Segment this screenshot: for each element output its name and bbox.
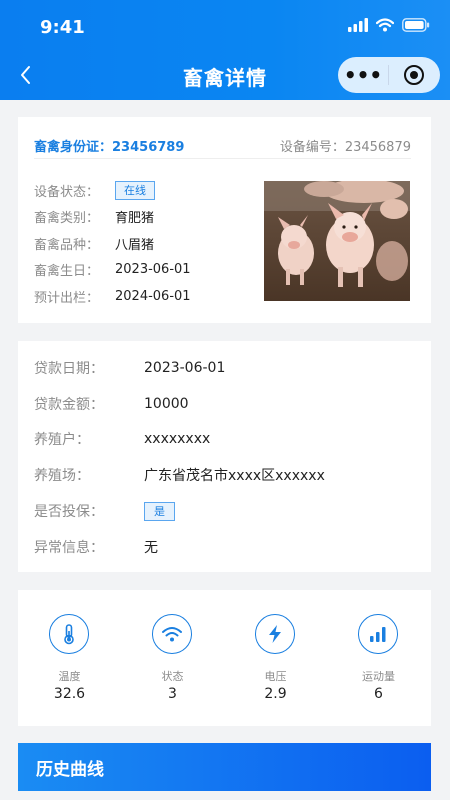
info-list: 设备状态： 在线 畜禽类别： 育肥猪 畜禽品种： 八眉猪 畜禽生日： 2023-… (34, 177, 191, 310)
status-time: 9:41 (40, 17, 85, 38)
info-row-slaughter-date: 预计出栏： 2024-06-01 (34, 283, 191, 310)
loan-list: 贷款日期： 2023-06-01 贷款金额： 10000 养殖户： xxxxxx… (34, 350, 325, 565)
info-value: 育肥猪 (115, 211, 155, 227)
loan-row-insured: 是否投保： 是 (34, 493, 325, 529)
loan-key: 养殖户： (34, 432, 90, 449)
mini-program-capsule: ••• (338, 57, 440, 93)
info-key: 畜禽类别： (34, 211, 100, 227)
more-menu-button[interactable]: ••• (338, 65, 388, 85)
metric-label: 运动量 (362, 670, 395, 683)
loan-value: 无 (144, 539, 158, 556)
info-row-breed: 畜禽品种： 八眉猪 (34, 230, 191, 257)
loan-row-farm: 养殖场： 广东省茂名市xxxx区xxxxxx (34, 457, 325, 493)
metric-value: 32.6 (53, 686, 86, 702)
loan-row-date: 贷款日期： 2023-06-01 (34, 350, 325, 386)
info-row-device-status: 设备状态： 在线 (34, 177, 191, 204)
status-badge: 在线 (115, 180, 155, 200)
wifi-signal-icon (152, 614, 192, 654)
info-key: 畜禽生日： (34, 264, 100, 280)
loan-row-abnormal: 异常信息： 无 (34, 529, 325, 565)
metric-activity[interactable]: 运动量 6 (327, 590, 430, 726)
livestock-id-value: 23456789 (112, 139, 185, 155)
wifi-icon (376, 18, 394, 32)
info-key: 设备状态： (34, 184, 100, 200)
livestock-id: 畜禽身份证：23456789 (34, 136, 184, 155)
loan-value: 10000 (144, 395, 189, 412)
device-number-label: 设备编号： (279, 139, 345, 155)
info-row-category: 畜禽类别： 育肥猪 (34, 204, 191, 231)
livestock-photo (264, 181, 410, 301)
device-number: 设备编号：23456879 (280, 136, 411, 155)
target-circle-icon (404, 65, 424, 85)
top-header: 9:41 畜禽详情 ••• (0, 0, 450, 100)
thermometer-icon (49, 614, 89, 654)
metric-voltage[interactable]: 电压 2.9 (224, 590, 327, 726)
metric-status[interactable]: 状态 3 (121, 590, 224, 726)
sensor-metrics-card: 温度 32.6 状态 3 电压 2.9 运动量 6 (18, 590, 431, 726)
info-key: 畜禽品种： (34, 237, 100, 253)
loan-row-amount: 贷款金额： 10000 (34, 386, 325, 422)
loan-key: 贷款日期： (34, 360, 104, 377)
livestock-info-card: 畜禽身份证：23456789 设备编号：23456879 设备状态： 在线 畜禽… (18, 117, 431, 323)
info-value: 2023-06-01 (115, 262, 191, 278)
lightning-icon (255, 614, 295, 654)
loan-key: 养殖场： (34, 468, 90, 485)
history-curve-header[interactable]: 历史曲线 (18, 743, 431, 791)
signal-icon (348, 18, 368, 32)
metric-label: 状态 (161, 670, 184, 683)
loan-row-farmer: 养殖户： xxxxxxxx (34, 422, 325, 458)
metric-label: 电压 (264, 670, 287, 683)
device-number-value: 23456879 (344, 139, 411, 155)
metric-label: 温度 (58, 670, 81, 683)
info-key: 预计出栏： (34, 290, 100, 306)
loan-info-card: 贷款日期： 2023-06-01 贷款金额： 10000 养殖户： xxxxxx… (18, 341, 431, 572)
loan-key: 异常信息： (34, 539, 104, 556)
identity-row: 畜禽身份证：23456789 设备编号：23456879 (34, 131, 411, 159)
bar-chart-icon (358, 614, 398, 654)
loan-key: 贷款金额： (34, 396, 104, 413)
info-value: 八眉猪 (115, 237, 155, 253)
loan-value: xxxxxxxx (144, 431, 211, 448)
metric-value: 6 (374, 686, 383, 702)
loan-key: 是否投保： (34, 504, 104, 521)
battery-icon (402, 18, 430, 32)
insured-badge: 是 (144, 501, 175, 521)
info-value: 2024-06-01 (115, 288, 191, 304)
metric-value: 3 (168, 686, 177, 702)
divider (34, 158, 411, 159)
metric-temperature[interactable]: 温度 32.6 (18, 590, 121, 726)
close-mini-program-button[interactable] (389, 64, 439, 86)
info-row-birthday: 畜禽生日： 2023-06-01 (34, 257, 191, 284)
metric-value: 2.9 (264, 686, 287, 702)
loan-value: 广东省茂名市xxxx区xxxxxx (144, 468, 325, 485)
livestock-id-label: 畜禽身份证： (34, 139, 113, 155)
status-icons (348, 18, 430, 32)
loan-value: 2023-06-01 (144, 359, 226, 376)
